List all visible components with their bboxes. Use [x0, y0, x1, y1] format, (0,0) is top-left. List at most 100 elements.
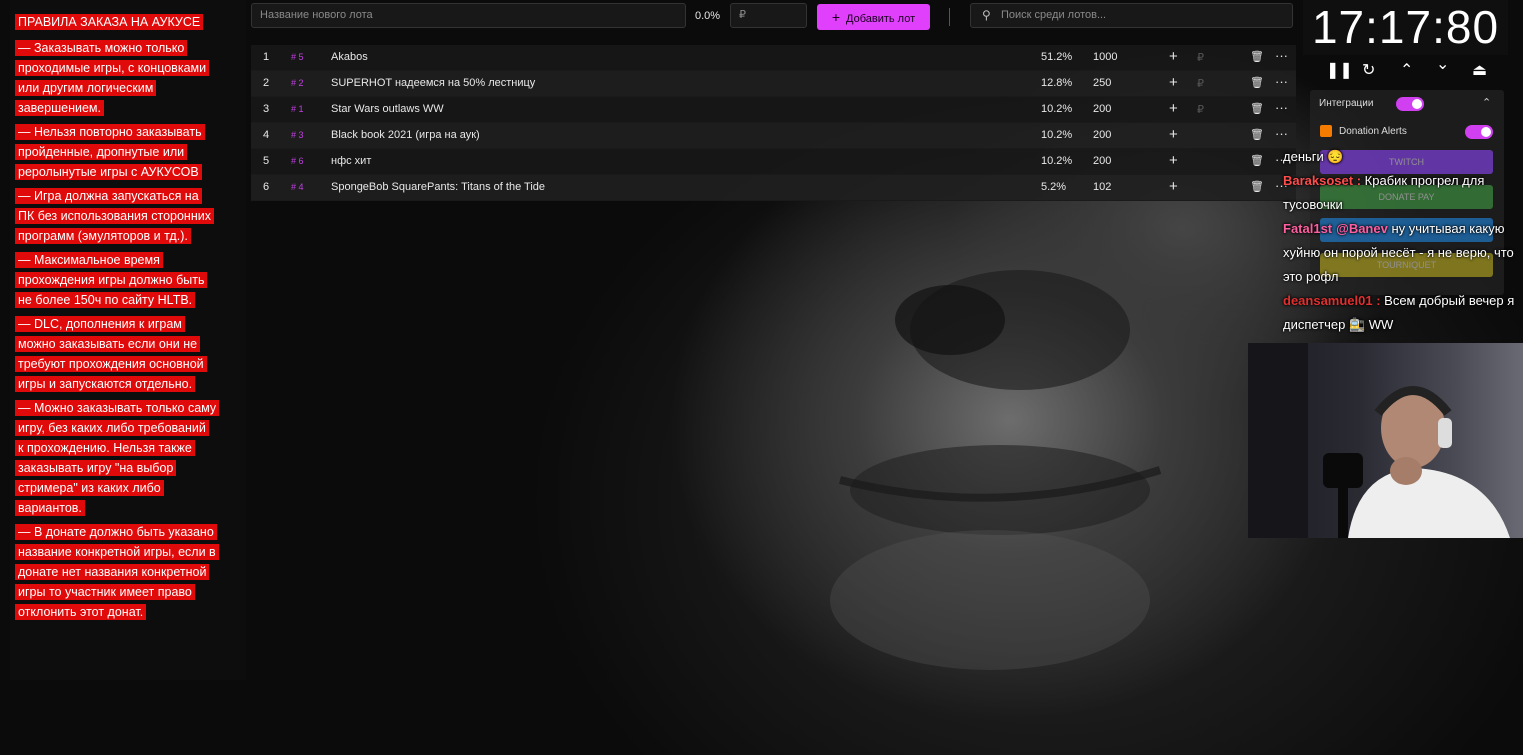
lot-name[interactable]: SUPERHOT надеемся на 50% лестницу [331, 77, 535, 89]
chat-nick: Fatal1st [1283, 221, 1333, 236]
pause-icon[interactable]: ❚❚ [1326, 60, 1353, 80]
plus-icon[interactable]: + [1169, 100, 1178, 117]
rules-line: — В донате должно быть указано [15, 524, 217, 540]
lot-number: 2 [263, 77, 270, 89]
search-icon: ⚲ [982, 8, 991, 22]
chat-message: Fatal1st @Banev ну учитывая какую хуйню о… [1283, 217, 1523, 289]
integrations-toggle[interactable] [1396, 97, 1424, 111]
lot-percent: 12.8% [1041, 77, 1073, 89]
webcam-feed [1248, 343, 1523, 538]
lot-name[interactable]: SpongeBob SquarePants: Titans of the Tid… [331, 181, 545, 193]
lot-percent: 10.2% [1041, 129, 1073, 141]
lot-name-input[interactable]: Название нового лота [251, 3, 686, 28]
plus-icon[interactable]: + [1169, 48, 1178, 65]
rules-line: можно заказывать если они не [15, 336, 201, 352]
lot-amount[interactable]: 250 [1093, 77, 1111, 89]
more-icon[interactable]: ··· [1275, 100, 1288, 115]
chevron-up-icon[interactable]: ⌃ [1482, 96, 1491, 109]
ruble-icon[interactable]: ₽ [1197, 77, 1204, 90]
add-lot-label: Добавить лот [846, 13, 916, 25]
lot-name[interactable]: Star Wars outlaws WW [331, 103, 444, 115]
rules-line: — Можно заказывать только саму [15, 400, 220, 416]
rules-line: игры то участник имеет право [15, 584, 195, 600]
rules-line: реролынутые игры с АУКУСОВ [15, 164, 202, 180]
more-icon[interactable]: ··· [1275, 48, 1288, 63]
donation-alerts-icon [1320, 125, 1332, 137]
lot-amount[interactable]: 200 [1093, 103, 1111, 115]
table-row[interactable]: 4 # 3 Black book 2021 (игра на аук) 10.2% 20… [251, 123, 1296, 149]
chat-message: deansamuel01 : Всем добрый вечер я диспе… [1283, 289, 1523, 337]
rules-line: игру, без каких либо требований [15, 420, 209, 436]
amount-input[interactable]: ₽ [730, 3, 807, 28]
ruble-icon[interactable]: ₽ [1197, 103, 1204, 116]
rules-panel: ПРАВИЛА ЗАКАЗА НА АУКУСЕ — Заказывать мож… [10, 0, 246, 680]
rules-line: стримера" из каких либо [15, 480, 164, 496]
rules-paragraph: — В донате должно быть указано название к… [15, 522, 240, 622]
lot-name[interactable]: нфс хит [331, 155, 371, 167]
rules-line: ПРАВИЛА ЗАКАЗА НА АУКУСЕ [15, 14, 204, 30]
chevron-up-icon[interactable]: ⌃ [1400, 60, 1413, 80]
chevron-down-icon[interactable]: ⌄ [1436, 54, 1449, 74]
lot-id: # 3 [291, 130, 304, 140]
lot-number: 6 [263, 181, 270, 193]
timer-controls: ❚❚ ↻ ⌃ ⌄ ⏏ [1310, 56, 1510, 84]
more-icon[interactable]: ··· [1275, 74, 1288, 89]
trash-icon[interactable]: 🗑 [1250, 102, 1264, 115]
plus-icon[interactable]: + [1169, 152, 1178, 169]
rules-title: ПРАВИЛА ЗАКАЗА НА АУКУСЕ [15, 12, 240, 32]
lot-name[interactable]: Akabos [331, 51, 368, 63]
trash-icon[interactable]: 🗑 [1250, 180, 1264, 193]
lot-amount[interactable]: 200 [1093, 155, 1111, 167]
rules-line: пройденные, дропнутые или [15, 144, 188, 160]
plus-icon[interactable]: + [1169, 178, 1178, 195]
rules-line: или другим логическим [15, 80, 157, 96]
trash-icon[interactable]: 🗑 [1250, 50, 1264, 63]
rules-line: донате нет названия конкретной [15, 564, 210, 580]
ruble-icon[interactable]: ₽ [1197, 51, 1204, 64]
rules-line: отклонить этот донат. [15, 604, 147, 620]
table-row[interactable]: 1 # 5 Akabos 51.2% 1000 + 🗑 ··· ₽ [251, 45, 1296, 71]
new-lot-percent: 0.0% [695, 10, 721, 22]
rules-line: ПК без использования сторонних [15, 208, 214, 224]
add-lot-button[interactable]: + Добавить лот [817, 4, 930, 30]
reset-icon[interactable]: ↻ [1362, 60, 1375, 80]
lot-amount[interactable]: 102 [1093, 181, 1111, 193]
table-row[interactable]: 2 # 2 SUPERHOT надеемся на 50% лестницу 12.… [251, 71, 1296, 97]
rules-paragraph: — Заказывать можно только проходимые игры… [15, 38, 240, 118]
plus-icon[interactable]: + [1169, 126, 1178, 143]
rules-paragraph: — Максимальное время прохождения игры дол… [15, 250, 240, 310]
rules-line: завершением. [15, 100, 104, 116]
search-input[interactable]: ⚲ Поиск среди лотов... [970, 3, 1293, 28]
rules-line: — Нельзя повторно заказывать [15, 124, 205, 140]
rules-line: не более 150ч по сайту HLTB. [15, 292, 196, 308]
table-row[interactable]: 3 # 1 Star Wars outlaws WW 10.2% 200 + 🗑 ··· ₽ [251, 97, 1296, 123]
trash-icon[interactable]: 🗑 [1250, 128, 1264, 141]
lot-percent: 5.2% [1041, 181, 1067, 193]
trash-icon[interactable]: 🗑 [1250, 154, 1264, 167]
trash-icon[interactable]: 🗑 [1250, 76, 1264, 89]
more-icon[interactable]: ··· [1275, 126, 1288, 141]
lot-id: # 4 [291, 182, 304, 192]
table-row[interactable]: 5 # 6 нфс хит 10.2% 200 + 🗑 ··· [251, 149, 1296, 175]
donation-alerts-toggle[interactable] [1465, 125, 1493, 139]
lot-percent: 10.2% [1041, 155, 1073, 167]
lot-amount[interactable]: 1000 [1093, 51, 1117, 63]
rules-line: игры и запускаются отдельно. [15, 376, 196, 392]
collapse-icon[interactable]: ⏏ [1472, 60, 1487, 80]
rules-line: требуют прохождения основной [15, 356, 207, 372]
lot-id: # 5 [291, 52, 304, 62]
lot-number: 5 [263, 155, 270, 167]
lot-id: # 1 [291, 104, 304, 114]
chat-mention: @Banev [1336, 221, 1388, 236]
lot-number: 3 [263, 103, 270, 115]
lot-number: 1 [263, 51, 270, 63]
plus-icon[interactable]: + [1169, 74, 1178, 91]
rules-paragraph: — DLC, дополнения к играм можно заказыват… [15, 314, 240, 394]
lot-percent: 51.2% [1041, 51, 1073, 63]
lot-amount[interactable]: 200 [1093, 129, 1111, 141]
rules-line: прохождения игры должно быть [15, 272, 208, 288]
table-row[interactable]: 6 # 4 SpongeBob SquarePants: Titans of the… [251, 175, 1296, 201]
lot-percent: 10.2% [1041, 103, 1073, 115]
chat-message: деньги 😔 [1283, 145, 1523, 169]
lot-name[interactable]: Black book 2021 (игра на аук) [331, 129, 480, 141]
